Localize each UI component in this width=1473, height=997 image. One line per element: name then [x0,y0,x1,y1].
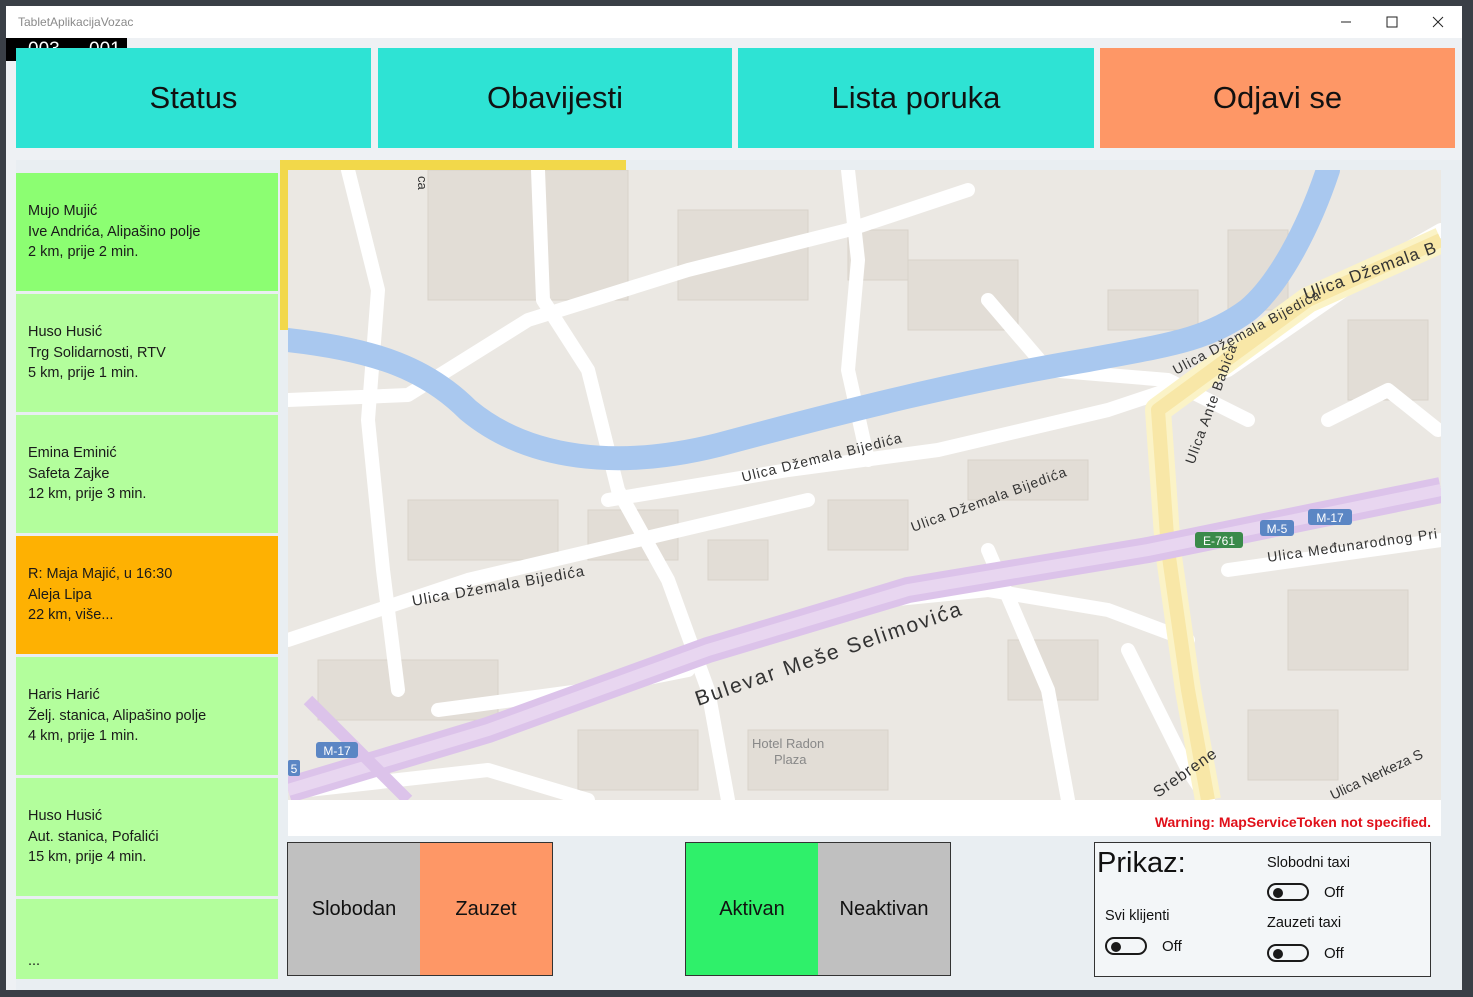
road-shield-m17: M-17 [316,742,358,758]
client-item[interactable]: Haris Harić Želj. stanica, Alipašino pol… [16,657,278,775]
road-shield: 5 [288,760,300,776]
client-address: Želj. stanica, Alipašino polje [28,707,207,724]
client-item-reservation[interactable]: R: Maja Majić, u 16:30 Aleja Lipa 22 km,… [16,536,278,654]
client-address: Aut. stanica, Pofalići [28,828,159,845]
map-canvas: Ulica Džemala Bijedića Ulica Džemala Bij… [288,170,1441,800]
active-option[interactable]: Aktivan [686,843,818,975]
svg-text:5: 5 [291,762,298,776]
client-info: 4 km, prije 1 min. [28,728,139,745]
free-option[interactable]: Slobodan [288,843,420,975]
client-list-more[interactable]: ... [16,899,278,979]
client-item[interactable]: Emina Eminić Safeta Zajke 12 km, prije 3… [16,415,278,533]
road-shield-m5: M-5 [1260,520,1294,536]
svg-text:E-761: E-761 [1203,534,1235,548]
client-name: R: Maja Majić, u 16:30 [28,566,173,583]
client-info: 5 km, prije 1 min. [28,365,139,382]
status-button[interactable]: Status [16,48,371,148]
activity-toggle: Aktivan Neaktivan [685,842,951,976]
client-item[interactable]: Huso Husić Trg Solidarnosti, RTV 5 km, p… [16,294,278,412]
background-decoration [280,160,626,170]
all-clients-toggle[interactable] [1105,937,1147,955]
svg-text:M-5: M-5 [1267,522,1288,536]
client-info: 2 km, prije 2 min. [28,244,139,261]
client-info: 15 km, prije 4 min. [28,849,147,866]
free-taxi-toggle[interactable] [1267,883,1309,901]
busy-taxi-label: Zauzeti taxi [1267,915,1342,931]
window-title: TabletAplikacijaVozac [18,15,134,29]
logout-button[interactable]: Odjavi se [1100,48,1455,148]
client-name: Emina Eminić [28,445,117,462]
map-label: Hotel Radon [752,736,824,751]
app-window: TabletAplikacijaVozac 003 001 Status Oba… [6,6,1462,990]
notifications-button[interactable]: Obavijesti [378,48,732,148]
inactive-option[interactable]: Neaktivan [818,843,950,975]
client-info: 12 km, prije 3 min. [28,486,147,503]
client-item[interactable]: Huso Husić Aut. stanica, Pofalići 15 km,… [16,778,278,896]
close-icon [1432,16,1444,28]
client-name: Mujo Mujić [28,203,98,220]
busy-taxi-toggle[interactable] [1267,944,1309,962]
free-taxi-label: Slobodni taxi [1267,855,1351,871]
road-shield-m17: M-17 [1308,509,1352,525]
maximize-icon [1386,16,1398,28]
message-list-button[interactable]: Lista poruka [738,48,1094,148]
display-options-panel: Prikaz: Svi klijenti Off Slobodni taxi O… [1094,842,1431,977]
client-name: Haris Harić [28,687,100,704]
client-address: Safeta Zajke [28,465,110,482]
close-button[interactable] [1415,6,1461,38]
minimize-button[interactable] [1323,6,1369,38]
map-warning-text: Warning: MapServiceToken not specified. [1154,814,1431,830]
busy-option[interactable]: Zauzet [420,843,552,975]
busy-taxi-state: Off [1324,945,1344,962]
client-name: Huso Husić [28,324,103,341]
map-label: ca [415,176,430,191]
minimize-icon [1341,21,1351,23]
road-shield-e761: E-761 [1195,532,1243,548]
client-name: Huso Husić [28,808,103,825]
map-view[interactable]: Ulica Džemala Bijedića Ulica Džemala Bij… [288,170,1441,800]
svg-text:M-17: M-17 [1316,511,1344,525]
client-list: Mujo Mujić Ive Andrića, Alipašino polje … [16,173,278,979]
client-info: 22 km, više... [28,607,114,624]
title-bar: TabletAplikacijaVozac [6,6,1462,38]
maximize-button[interactable] [1369,6,1415,38]
client-item[interactable]: Mujo Mujić Ive Andrića, Alipašino polje … [16,173,278,291]
free-taxi-state: Off [1324,884,1344,901]
client-address: Aleja Lipa [28,586,92,603]
client-address: Ive Andrića, Alipašino polje [28,223,201,240]
display-title: Prikaz: [1097,847,1186,879]
map-label: Plaza [774,752,807,767]
client-address: Trg Solidarnosti, RTV [28,344,166,361]
map-warning-bar: Warning: MapServiceToken not specified. [288,800,1441,836]
all-clients-state: Off [1162,938,1182,955]
all-clients-label: Svi klijenti [1105,908,1170,924]
more-indicator: ... [28,952,41,969]
svg-text:M-17: M-17 [323,744,351,758]
status-toggle: Slobodan Zauzet [287,842,553,976]
background-decoration [280,170,288,330]
